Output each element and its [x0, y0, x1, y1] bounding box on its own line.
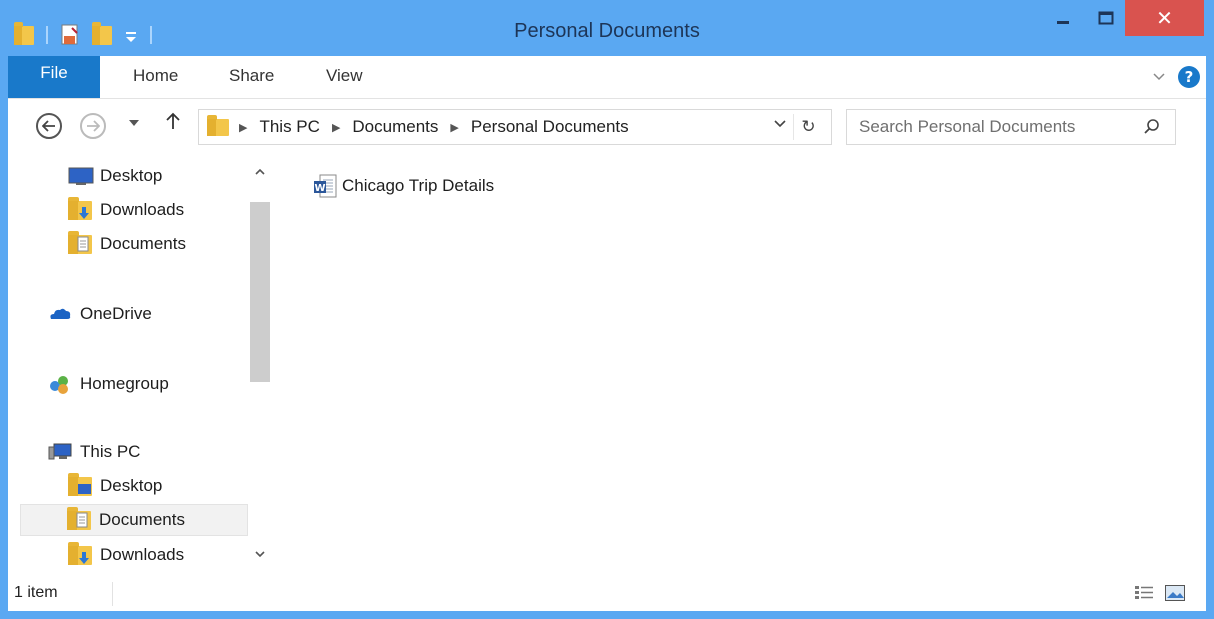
window-title: Personal Documents: [514, 20, 700, 42]
breadcrumb: ▶ This PC ▶ Documents ▶ Personal Documen…: [239, 117, 641, 137]
status-divider: [112, 582, 113, 606]
nav-item-label: This PC: [80, 442, 141, 461]
scrollbar-thumb[interactable]: [250, 202, 270, 382]
tab-share[interactable]: Share: [229, 66, 274, 86]
breadcrumb-documents[interactable]: Documents: [352, 117, 438, 137]
chevron-down-icon: [129, 120, 139, 126]
nav-item-label: Desktop: [100, 166, 163, 185]
nav-item-homegroup[interactable]: Homegroup: [48, 368, 278, 400]
forward-button[interactable]: [80, 113, 106, 139]
file-item[interactable]: W Chicago Trip Details: [312, 172, 494, 200]
desktop-icon: [68, 165, 94, 187]
refresh-button[interactable]: ↻: [793, 114, 823, 140]
downloads-folder-icon: [68, 197, 92, 221]
svg-text:W: W: [314, 183, 325, 194]
documents-folder-icon: [68, 231, 92, 255]
nav-item-documents-selected[interactable]: Documents: [20, 504, 248, 536]
help-icon[interactable]: ?: [1178, 66, 1200, 88]
file-name: Chicago Trip Details: [342, 176, 495, 195]
breadcrumb-separator-icon[interactable]: ▶: [332, 121, 340, 134]
back-button[interactable]: [36, 113, 62, 139]
item-count: 1 item: [14, 584, 58, 601]
navigation-pane: Desktop Downloads Documents OneDrive Hom…: [8, 156, 278, 576]
tab-view[interactable]: View: [326, 66, 363, 86]
breadcrumb-personal-documents[interactable]: Personal Documents: [471, 117, 629, 137]
nav-item-label: OneDrive: [80, 304, 152, 323]
expand-ribbon-chevron-icon[interactable]: [1152, 70, 1166, 84]
recent-locations-button[interactable]: [128, 117, 140, 131]
onedrive-cloud-icon: [48, 303, 72, 325]
tab-home[interactable]: Home: [133, 66, 178, 86]
computer-icon: [48, 441, 72, 463]
homegroup-icon: [48, 373, 72, 395]
downloads-folder-icon: [68, 542, 92, 566]
up-arrow-icon: [166, 112, 180, 129]
maximize-button[interactable]: [1086, 0, 1126, 36]
search-box[interactable]: [846, 109, 1176, 145]
address-bar[interactable]: ▶ This PC ▶ Documents ▶ Personal Documen…: [198, 109, 832, 145]
chevron-down-icon: [774, 120, 786, 128]
navigation-bar: ▶ This PC ▶ Documents ▶ Personal Documen…: [8, 98, 1206, 156]
minimize-icon: [1057, 21, 1069, 24]
up-button[interactable]: [166, 111, 180, 135]
explorer-window: Personal Documents ✕ File Home Share Vie…: [0, 0, 1214, 619]
scroll-up-arrow[interactable]: [254, 166, 266, 181]
content-area: Desktop Downloads Documents OneDrive Hom…: [8, 156, 1206, 576]
nav-item-label: Desktop: [100, 476, 163, 495]
tab-file[interactable]: File: [8, 56, 100, 98]
ribbon-tabs: File Home Share View ?: [8, 56, 1206, 98]
nav-item-label: Documents: [99, 510, 185, 529]
word-document-icon: W: [312, 173, 338, 199]
close-button[interactable]: ✕: [1125, 0, 1204, 36]
desktop-folder-icon: [68, 473, 92, 497]
nav-item-onedrive[interactable]: OneDrive: [48, 298, 278, 330]
nav-item-label: Documents: [100, 234, 186, 253]
chevron-up-icon: [255, 168, 265, 175]
breadcrumb-separator-icon[interactable]: ▶: [450, 121, 458, 134]
search-icon[interactable]: [1143, 118, 1161, 136]
refresh-icon: ↻: [801, 117, 816, 137]
nav-item-label: Downloads: [100, 200, 185, 219]
chevron-down-icon: [255, 551, 265, 558]
navigation-scrollbar[interactable]: [248, 156, 272, 576]
breadcrumb-separator-icon[interactable]: ▶: [239, 121, 247, 134]
folder-icon: [207, 114, 229, 137]
large-icons-view-icon[interactable]: [1164, 584, 1186, 602]
nav-item-label: Downloads: [100, 545, 185, 564]
nav-item-label: Homegroup: [80, 374, 169, 393]
documents-folder-icon: [67, 507, 91, 531]
search-input[interactable]: [859, 117, 1139, 137]
back-arrow-icon: [42, 120, 55, 132]
breadcrumb-this-pc[interactable]: This PC: [259, 117, 319, 137]
scroll-down-arrow[interactable]: [254, 548, 266, 563]
title-bar: Personal Documents ✕: [0, 0, 1214, 56]
status-bar: 1 item: [8, 576, 1206, 611]
forward-arrow-icon: [87, 120, 100, 132]
maximize-icon: [1098, 11, 1114, 25]
nav-item-this-pc[interactable]: This PC: [48, 436, 278, 468]
details-view-icon[interactable]: [1134, 584, 1154, 602]
close-icon: ✕: [1156, 6, 1173, 30]
address-history-dropdown[interactable]: [773, 117, 787, 133]
minimize-button[interactable]: [1040, 0, 1086, 36]
